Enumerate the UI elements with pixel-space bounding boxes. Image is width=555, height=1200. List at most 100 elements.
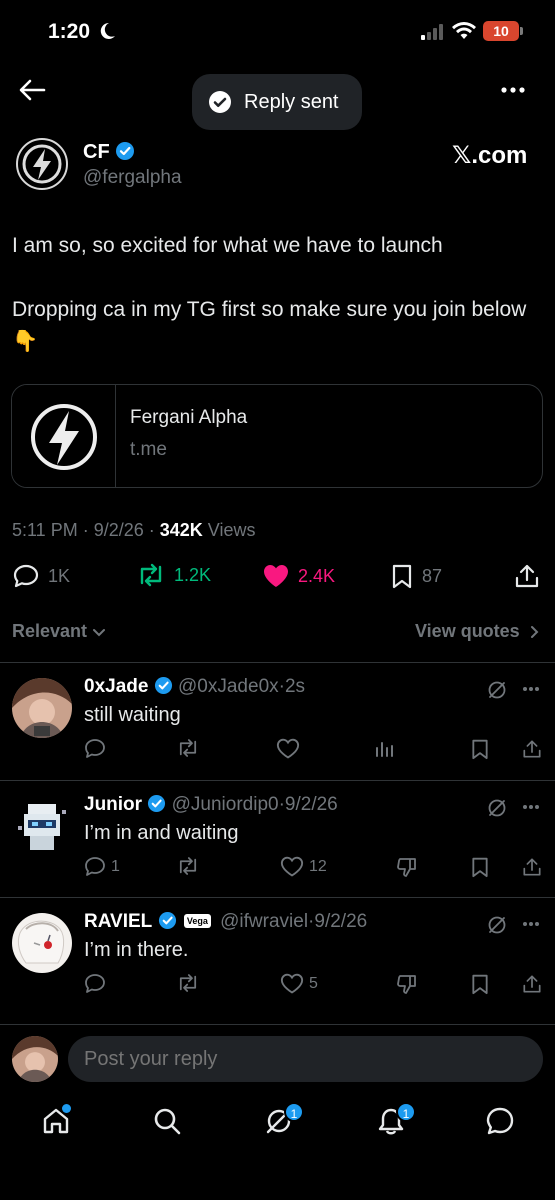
divider bbox=[0, 1024, 555, 1025]
author-avatar[interactable] bbox=[16, 138, 68, 190]
reply-icon bbox=[85, 739, 105, 758]
back-arrow-icon[interactable] bbox=[18, 78, 46, 102]
card-thumbnail bbox=[12, 385, 116, 487]
reply-time: 2s bbox=[284, 676, 306, 697]
reply-name[interactable]: Junior bbox=[84, 794, 142, 815]
views-count: 342K bbox=[159, 520, 203, 540]
verified-badge-icon bbox=[116, 142, 135, 160]
heart-icon bbox=[280, 856, 304, 877]
verified-badge-icon bbox=[154, 676, 172, 695]
reply-more-icon[interactable] bbox=[522, 921, 540, 927]
reply-reply-count: 1 bbox=[111, 858, 120, 875]
home-notification-dot bbox=[62, 1104, 71, 1113]
reply-share-action[interactable] bbox=[522, 973, 542, 995]
reply-repost-action[interactable] bbox=[176, 738, 200, 758]
reply-repost-action[interactable] bbox=[176, 973, 200, 993]
reply-avatar[interactable] bbox=[12, 678, 72, 738]
thumbs-down-icon bbox=[397, 858, 416, 877]
share-icon bbox=[523, 740, 541, 758]
share-icon bbox=[523, 858, 541, 876]
share-action[interactable] bbox=[514, 563, 540, 589]
more-options-icon[interactable] bbox=[500, 86, 526, 94]
author-handle[interactable]: @fergalpha bbox=[83, 167, 182, 189]
reply-bookmark-action[interactable] bbox=[470, 738, 490, 760]
reply-handle[interactable]: @ifwraviel bbox=[220, 911, 308, 932]
grok-icon[interactable] bbox=[487, 915, 507, 935]
toast-text: Reply sent bbox=[244, 90, 339, 113]
battery-indicator: 10 bbox=[483, 21, 519, 41]
view-quotes-label: View quotes bbox=[415, 621, 520, 641]
status-time: 1:20 bbox=[48, 20, 91, 43]
reply-reply-action[interactable] bbox=[84, 973, 106, 995]
reply-like-action[interactable]: 12 bbox=[280, 856, 327, 878]
reply-item[interactable]: 0xJade @0xJade0x·2s still waiting bbox=[0, 662, 555, 780]
heart-icon bbox=[280, 973, 304, 994]
chevron-down-icon bbox=[93, 628, 106, 636]
reply-name[interactable]: 0xJade bbox=[84, 676, 148, 697]
reply-downvote-action[interactable] bbox=[396, 856, 418, 878]
thumbs-down-icon bbox=[397, 975, 416, 994]
tweet-text: I am so, so excited for what we have to … bbox=[12, 234, 527, 353]
reply-reply-action[interactable] bbox=[84, 738, 106, 760]
repost-icon bbox=[179, 739, 197, 757]
like-action[interactable]: 2.4K bbox=[262, 563, 335, 589]
reply-item[interactable]: RAVIEL Vega @ifwraviel·9/2/26 I’m in the… bbox=[0, 897, 555, 1015]
reply-time: 9/2/26 bbox=[284, 794, 338, 815]
reply-handle[interactable]: @0xJade0x bbox=[178, 676, 279, 697]
author-name-text[interactable]: CF bbox=[83, 141, 110, 163]
grok-icon[interactable] bbox=[487, 680, 507, 700]
author-name[interactable]: CF bbox=[83, 141, 135, 164]
x-com-badge: 𝕏.com bbox=[452, 142, 528, 169]
reply-like-action[interactable]: 5 bbox=[280, 973, 318, 995]
reply-share-action[interactable] bbox=[522, 856, 542, 878]
tweet-time: 5:11 PM bbox=[12, 520, 78, 540]
reply-avatar[interactable] bbox=[12, 796, 72, 856]
reply-like-action[interactable] bbox=[276, 738, 300, 760]
notifications-badge: 1 bbox=[396, 1102, 416, 1122]
repost-action[interactable]: 1.2K bbox=[136, 563, 211, 587]
reply-header: RAVIEL Vega @ifwraviel·9/2/26 bbox=[84, 911, 368, 932]
reply-name[interactable]: RAVIEL bbox=[84, 911, 152, 932]
reply-actions bbox=[84, 738, 544, 764]
nav-home[interactable] bbox=[41, 1104, 71, 1136]
reply-downvote-action[interactable] bbox=[396, 973, 418, 995]
view-quotes-link[interactable]: View quotes bbox=[415, 621, 542, 642]
grok-badge: 1 bbox=[284, 1102, 304, 1122]
reply-header: Junior @Juniordip0·9/2/26 bbox=[84, 794, 338, 815]
nav-grok[interactable]: 1 bbox=[264, 1102, 304, 1136]
reply-repost-action[interactable] bbox=[176, 856, 200, 876]
reply-input[interactable] bbox=[68, 1036, 543, 1082]
sort-label: Relevant bbox=[12, 621, 88, 641]
reply-avatar[interactable] bbox=[12, 913, 72, 973]
chat-bubble-icon bbox=[486, 1107, 514, 1135]
card-title: Fergani Alpha bbox=[130, 407, 248, 428]
nav-search[interactable] bbox=[152, 1106, 182, 1136]
reply-more-icon[interactable] bbox=[522, 686, 540, 692]
reply-item[interactable]: Junior @Juniordip0·9/2/26 I’m in and wai… bbox=[0, 780, 555, 898]
grok-icon[interactable] bbox=[487, 798, 507, 818]
composer-avatar[interactable] bbox=[12, 1036, 58, 1082]
reply-text: I’m in and waiting bbox=[84, 822, 239, 844]
reply-icon bbox=[85, 974, 105, 993]
repost-count: 1.2K bbox=[174, 564, 212, 585]
reply-views-action[interactable] bbox=[374, 738, 394, 758]
bookmark-icon bbox=[472, 739, 488, 760]
reply-handle[interactable]: @Juniordip0 bbox=[172, 794, 279, 815]
reply-count: 1K bbox=[48, 565, 71, 586]
reply-more-icon[interactable] bbox=[522, 804, 540, 810]
reply-share-action[interactable] bbox=[522, 738, 542, 760]
bookmark-action[interactable]: 87 bbox=[390, 563, 442, 589]
reply-bookmark-action[interactable] bbox=[470, 856, 490, 878]
reply-time: 9/2/26 bbox=[314, 911, 368, 932]
nav-notifications[interactable]: 1 bbox=[376, 1102, 416, 1136]
reply-reply-action[interactable]: 1 bbox=[84, 856, 120, 878]
sort-relevant-dropdown[interactable]: Relevant bbox=[12, 621, 107, 642]
verified-badge-icon bbox=[148, 794, 166, 813]
nav-messages[interactable] bbox=[485, 1106, 515, 1136]
reply-bookmark-action[interactable] bbox=[470, 973, 490, 995]
repost-icon bbox=[179, 974, 197, 992]
reply-action[interactable]: 1K bbox=[12, 563, 70, 589]
link-card[interactable]: Fergani Alpha t.me bbox=[11, 384, 543, 488]
search-icon bbox=[154, 1108, 181, 1135]
reply-text: I’m in there. bbox=[84, 939, 189, 961]
